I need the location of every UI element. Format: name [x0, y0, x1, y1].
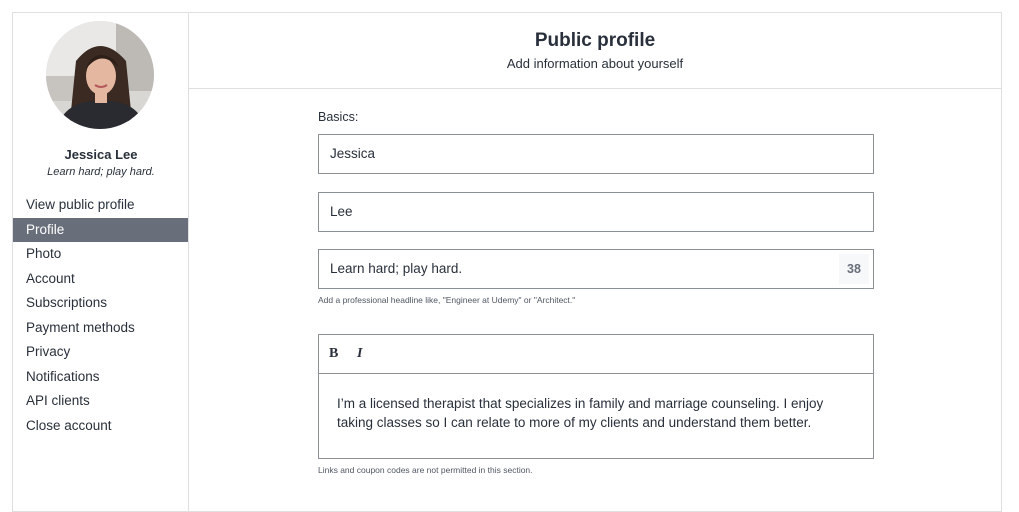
avatar — [46, 21, 154, 129]
sidebar-item-close-account[interactable]: Close account — [13, 414, 188, 439]
biography-editor: B I I’m a licensed therapist that specia… — [318, 334, 874, 459]
first-name-field[interactable]: Jessica — [318, 134, 874, 174]
sidebar-nav: View public profile Profile Photo Accoun… — [13, 193, 188, 438]
editor-toolbar: B I — [319, 335, 873, 374]
user-name: Jessica Lee — [64, 147, 138, 162]
headline-value: Learn hard; play hard. — [330, 261, 463, 276]
sidebar-item-api-clients[interactable]: API clients — [13, 389, 188, 414]
headline-char-counter: 38 — [839, 254, 869, 284]
page-header: Public profile Add information about you… — [189, 13, 1001, 89]
italic-button[interactable]: I — [357, 346, 385, 362]
profile-panel: Jessica Lee Learn hard; play hard. View … — [12, 12, 1002, 512]
page-subtitle: Add information about yourself — [506, 56, 684, 71]
sidebar-item-profile[interactable]: Profile — [13, 217, 188, 242]
page-title: Public profile — [534, 30, 656, 51]
biography-help-text: Links and coupon codes are not permitted… — [318, 465, 533, 475]
headline-help-text: Add a professional headline like, "Engin… — [318, 295, 576, 305]
sidebar-item-account[interactable]: Account — [13, 267, 188, 292]
basics-label: Basics: — [318, 110, 359, 124]
biography-textarea[interactable]: I’m a licensed therapist that specialize… — [319, 374, 873, 432]
last-name-field[interactable]: Lee — [318, 192, 874, 232]
sidebar: Jessica Lee Learn hard; play hard. View … — [13, 13, 189, 511]
user-photo-icon — [46, 21, 154, 129]
sidebar-item-subscriptions[interactable]: Subscriptions — [13, 291, 188, 316]
user-headline: Learn hard; play hard. — [47, 166, 155, 178]
headline-field[interactable]: Learn hard; play hard. 38 — [318, 249, 874, 289]
bold-button[interactable]: B — [329, 346, 357, 362]
sidebar-item-photo[interactable]: Photo — [13, 242, 188, 267]
sidebar-item-privacy[interactable]: Privacy — [13, 340, 188, 365]
sidebar-item-payment-methods[interactable]: Payment methods — [13, 316, 188, 341]
sidebar-item-notifications[interactable]: Notifications — [13, 365, 188, 390]
sidebar-item-view-public-profile[interactable]: View public profile — [13, 193, 188, 218]
